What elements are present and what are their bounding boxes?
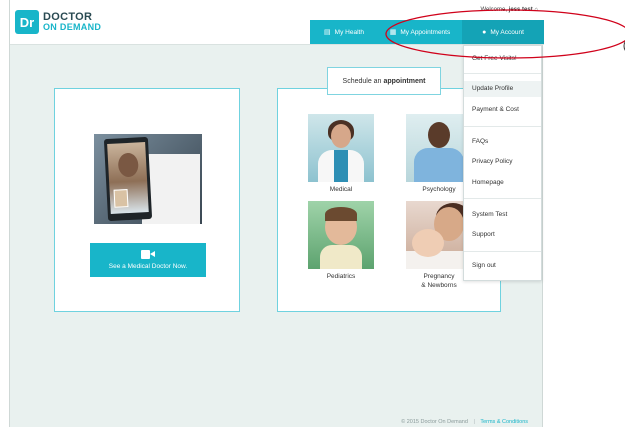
- medical-photo: [308, 114, 374, 182]
- category-pediatrics-label: Pediatrics: [326, 273, 356, 280]
- category-pregnancy-line2: & Newborns: [421, 282, 457, 289]
- see-doctor-card: See a Medical Doctor Now.: [54, 88, 240, 312]
- doctor-video-photo: [94, 134, 202, 224]
- menu-item-payment-cost[interactable]: Payment & Cost: [464, 105, 541, 115]
- menu-item-privacy-policy[interactable]: Privacy Policy: [464, 157, 541, 167]
- menu-item-system-test[interactable]: System Test: [464, 210, 541, 220]
- schedule-emphasis: appointment: [383, 77, 426, 85]
- category-medical[interactable]: Medical: [308, 114, 374, 194]
- menu-item-faqs[interactable]: FAQs: [464, 137, 541, 147]
- top-bar: Dr DOCTOR ON DEMAND Welcome, jess test ⌂…: [10, 0, 544, 45]
- menu-divider: [464, 251, 541, 252]
- footer-copyright: © 2015 Doctor On Demand: [401, 419, 468, 425]
- document-icon: ▤: [324, 29, 331, 36]
- user-name[interactable]: jess test: [509, 7, 533, 13]
- nav-my-account[interactable]: ● My Account: [462, 20, 544, 44]
- menu-item-free-visits[interactable]: Get Free Visits!: [464, 54, 541, 64]
- logo-line1: DOCTOR: [43, 11, 93, 23]
- menu-divider: [464, 198, 541, 199]
- logo-mark: Dr: [15, 10, 39, 34]
- schedule-prefix: Schedule an: [342, 77, 382, 85]
- logo-line2: ON DEMAND: [43, 22, 102, 32]
- footer-separator: |: [473, 419, 475, 425]
- menu-item-sign-out[interactable]: Sign out: [464, 261, 541, 271]
- welcome-message: Welcome, jess test ⌂: [480, 7, 538, 13]
- home-icon[interactable]: ⌂: [534, 7, 538, 13]
- account-dropdown-menu: Get Free Visits! Update Profile Payment …: [463, 45, 542, 281]
- menu-divider: [464, 126, 541, 127]
- nav-my-health-label: My Health: [334, 28, 364, 36]
- schedule-appointment-heading: Schedule an appointment: [327, 67, 441, 95]
- menu-item-support[interactable]: Support: [464, 230, 541, 240]
- nav-my-health[interactable]: ▤ My Health: [310, 20, 378, 44]
- logo-text: DOCTOR ON DEMAND: [43, 11, 102, 33]
- category-pediatrics[interactable]: Pediatrics: [308, 201, 374, 281]
- video-camera-icon: [141, 250, 155, 259]
- main-nav: ▤ My Health ▦ My Appointments ● My Accou…: [310, 20, 544, 44]
- nav-my-appointments[interactable]: ▦ My Appointments: [378, 20, 462, 44]
- menu-divider: [464, 73, 541, 74]
- nav-my-account-label: My Account: [490, 28, 524, 36]
- welcome-prefix: Welcome,: [480, 7, 508, 13]
- person-icon: ●: [482, 28, 487, 36]
- see-doctor-now-label: See a Medical Doctor Now.: [108, 263, 188, 270]
- footer: © 2015 Doctor On Demand | Terms & Condit…: [401, 419, 528, 425]
- nav-my-appointments-label: My Appointments: [400, 28, 451, 36]
- category-medical-label: Medical: [329, 186, 353, 193]
- see-doctor-now-button[interactable]: See a Medical Doctor Now.: [90, 243, 206, 277]
- logo[interactable]: Dr DOCTOR ON DEMAND: [15, 10, 101, 34]
- terms-link[interactable]: Terms & Conditions: [480, 419, 528, 425]
- calendar-icon: ▦: [389, 29, 397, 36]
- pediatrics-photo: [308, 201, 374, 269]
- menu-item-update-profile[interactable]: Update Profile: [464, 81, 541, 97]
- menu-item-homepage[interactable]: Homepage: [464, 178, 541, 188]
